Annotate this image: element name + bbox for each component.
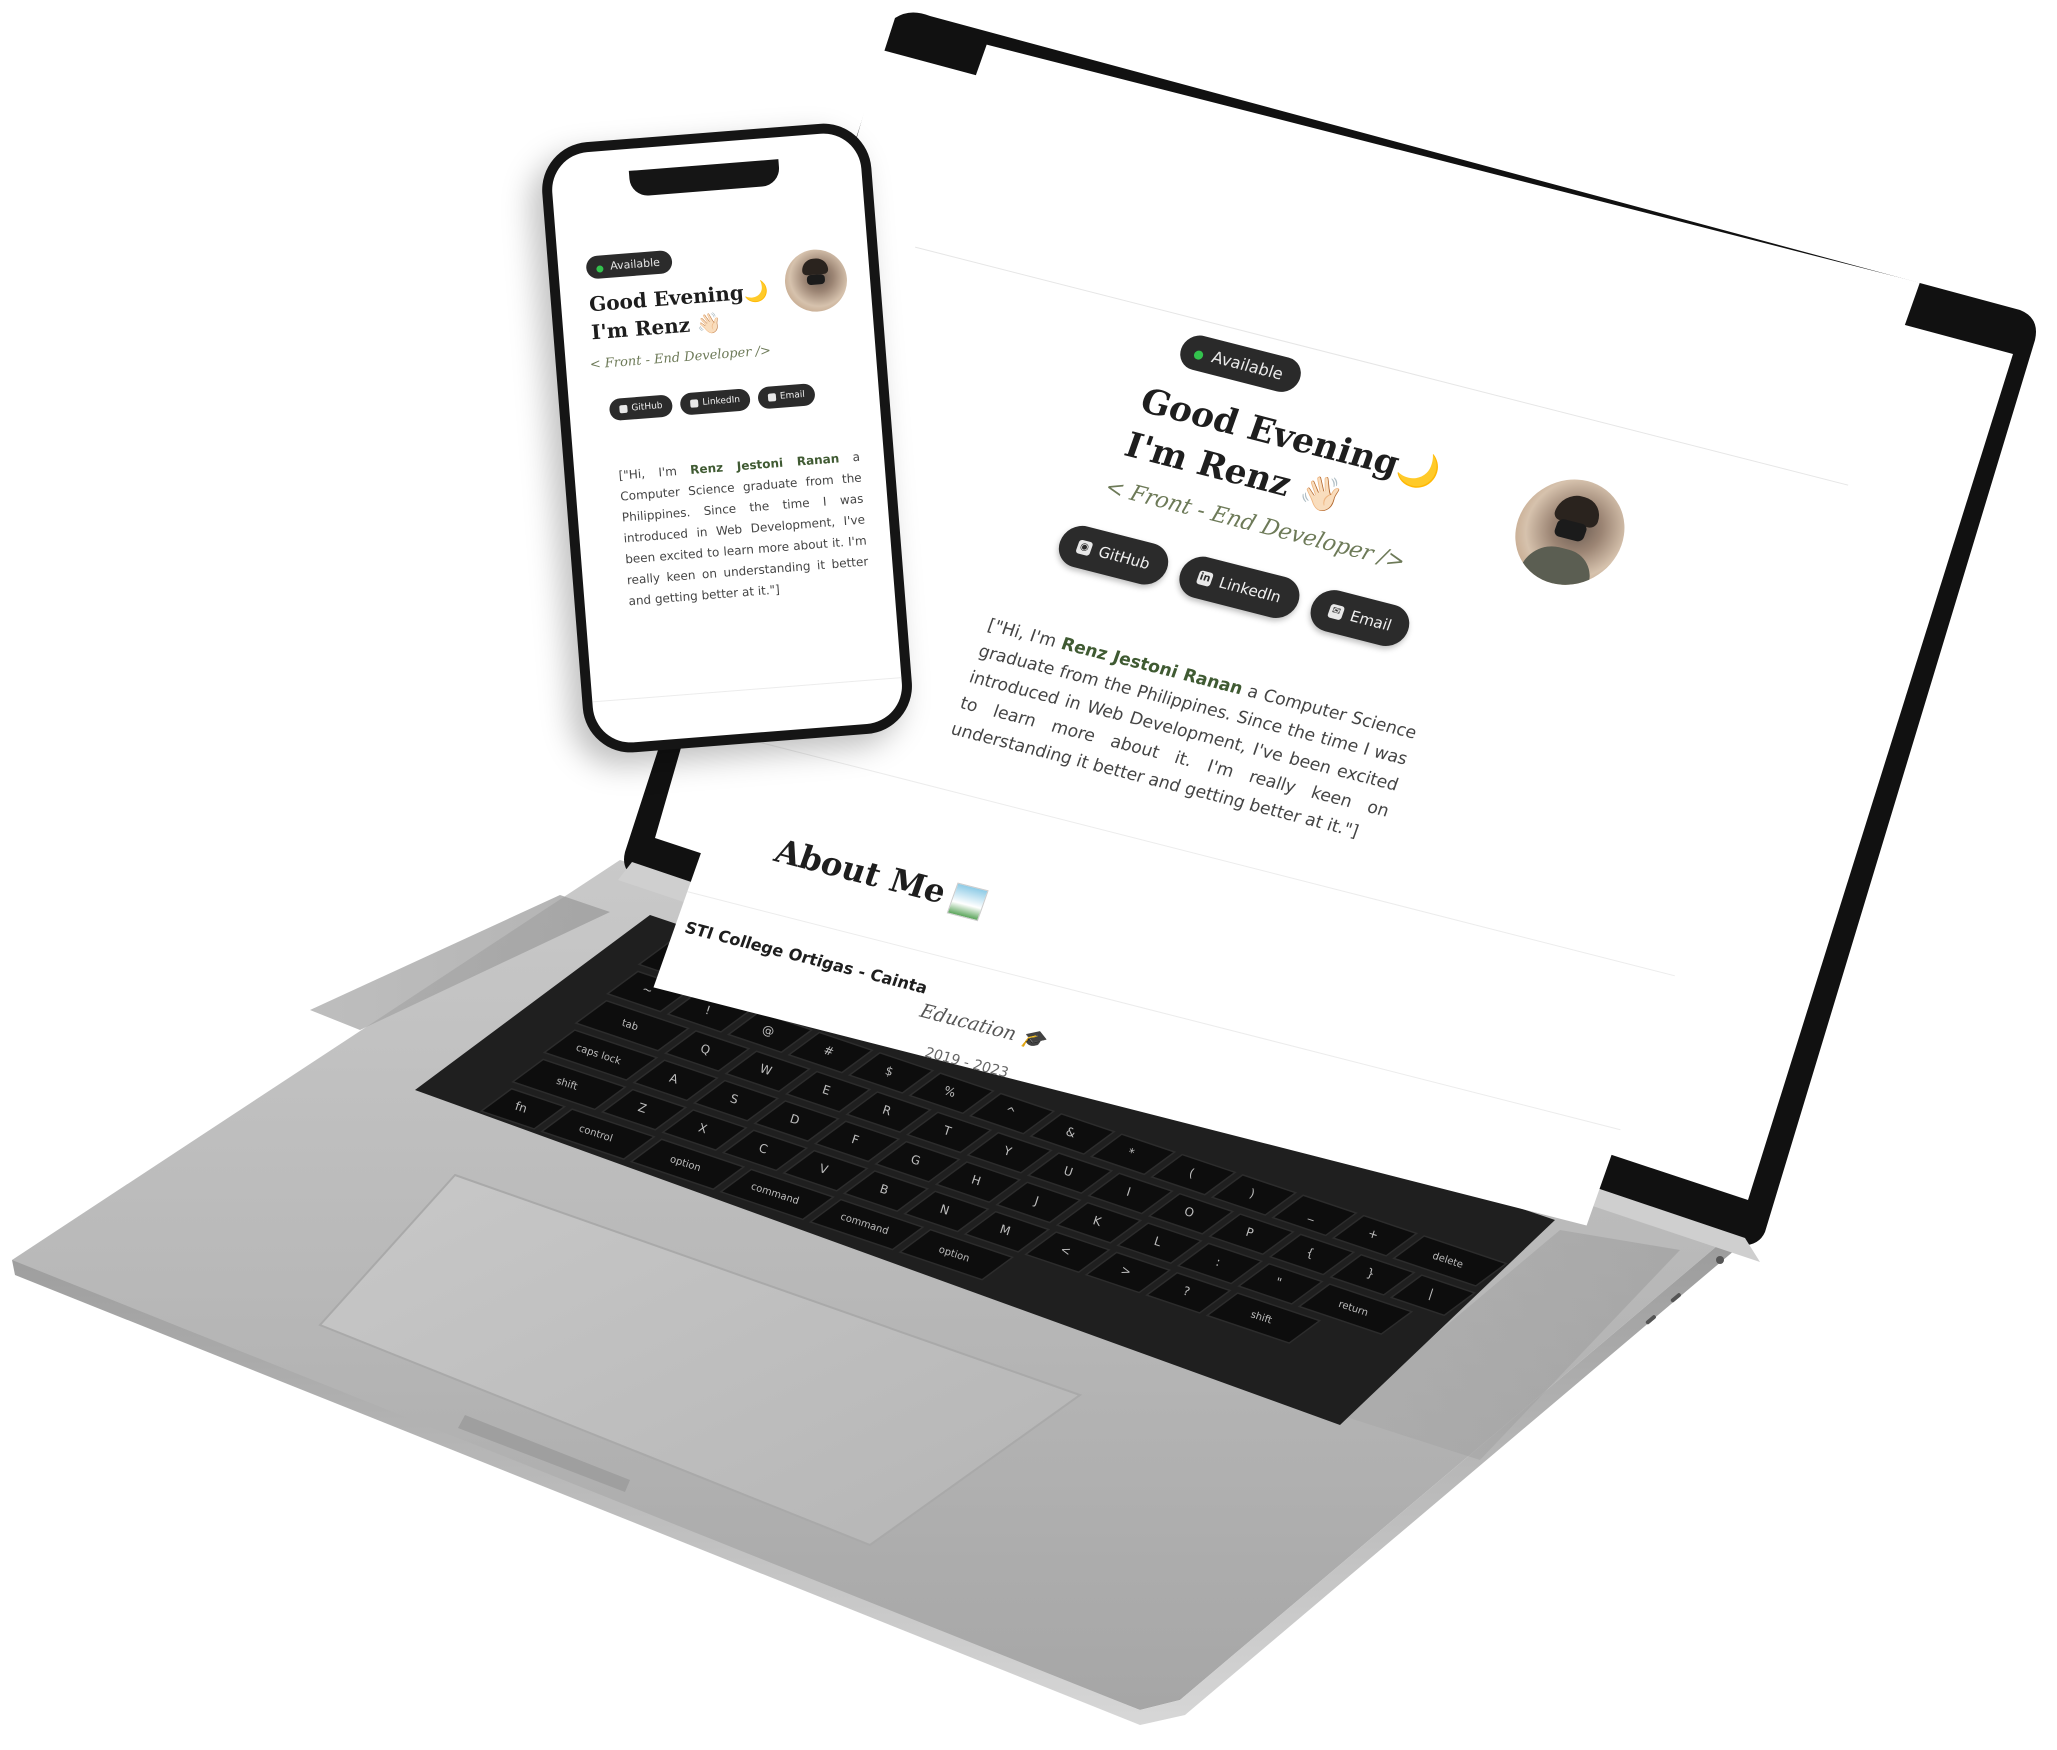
phone-email-label: Email bbox=[779, 389, 806, 402]
phone-social-buttons: GitHub LinkedIn Email bbox=[608, 383, 816, 422]
phone-linkedin-icon bbox=[690, 399, 699, 408]
phone-section-divider bbox=[592, 677, 902, 703]
about-me-heading: About Me bbox=[770, 832, 990, 922]
phone-linkedin-label: LinkedIn bbox=[702, 394, 741, 408]
mail-icon: ✉ bbox=[1326, 603, 1346, 621]
phone-mail-icon bbox=[767, 393, 777, 402]
github-button-label: GitHub bbox=[1095, 542, 1153, 574]
email-button[interactable]: ✉ Email bbox=[1304, 585, 1416, 651]
phone-github-icon bbox=[619, 404, 628, 414]
phone-github-button[interactable]: GitHub bbox=[608, 394, 674, 422]
phone-bio-paragraph: ["Hi, I'm Renz Jestoni Ranan a Computer … bbox=[618, 447, 871, 613]
device-mockup-scene: esc~!@#$%^&*()_+deletetabQWERTYUIOP{}|ca… bbox=[0, 0, 2057, 1750]
phone-role-subtitle: < Front - End Developer /> bbox=[589, 343, 772, 373]
phone-avatar bbox=[782, 247, 850, 314]
status-badge-label: Available bbox=[1209, 347, 1286, 384]
linkedin-button[interactable]: in LinkedIn bbox=[1173, 552, 1306, 623]
phone-status-badge-label: Available bbox=[609, 255, 661, 273]
phone-github-label: GitHub bbox=[631, 401, 663, 414]
phone-mockup: Available Good Evening🌙 I'm Renz 👋🏻 < Fr… bbox=[537, 99, 935, 757]
github-icon: ◉ bbox=[1075, 539, 1094, 557]
phone-status-badge: Available bbox=[585, 249, 673, 280]
phone-status-dot-icon bbox=[596, 265, 604, 273]
phone-linkedin-button[interactable]: LinkedIn bbox=[679, 388, 751, 416]
about-me-title: About Me bbox=[769, 831, 952, 912]
phone-bio-prefix: ["Hi, I'm bbox=[618, 463, 691, 483]
education-label: Education 🎓 bbox=[917, 999, 1049, 1053]
status-dot-icon bbox=[1192, 349, 1205, 361]
greeting-heading: Good Evening🌙 I'm Renz 👋🏻 bbox=[1118, 378, 1446, 542]
phone-greeting-heading: Good Evening🌙 I'm Renz 👋🏻 bbox=[588, 276, 772, 346]
email-button-label: Email bbox=[1347, 607, 1395, 635]
linkedin-icon: in bbox=[1195, 570, 1215, 587]
github-button[interactable]: ◉ GitHub bbox=[1052, 521, 1175, 590]
school-name: STI College Ortigas - Cainta bbox=[682, 917, 931, 998]
phone-notch bbox=[628, 159, 781, 197]
linkedin-button-label: LinkedIn bbox=[1216, 573, 1284, 607]
phone-email-button[interactable]: Email bbox=[757, 383, 816, 410]
phone-screen: Available Good Evening🌙 I'm Renz 👋🏻 < Fr… bbox=[549, 130, 905, 746]
landscape-emoji-icon bbox=[946, 881, 989, 921]
avatar bbox=[1500, 468, 1640, 597]
bio-paragraph: ["Hi, I'm Renz Jestoni Ranan a Computer … bbox=[947, 612, 1421, 851]
